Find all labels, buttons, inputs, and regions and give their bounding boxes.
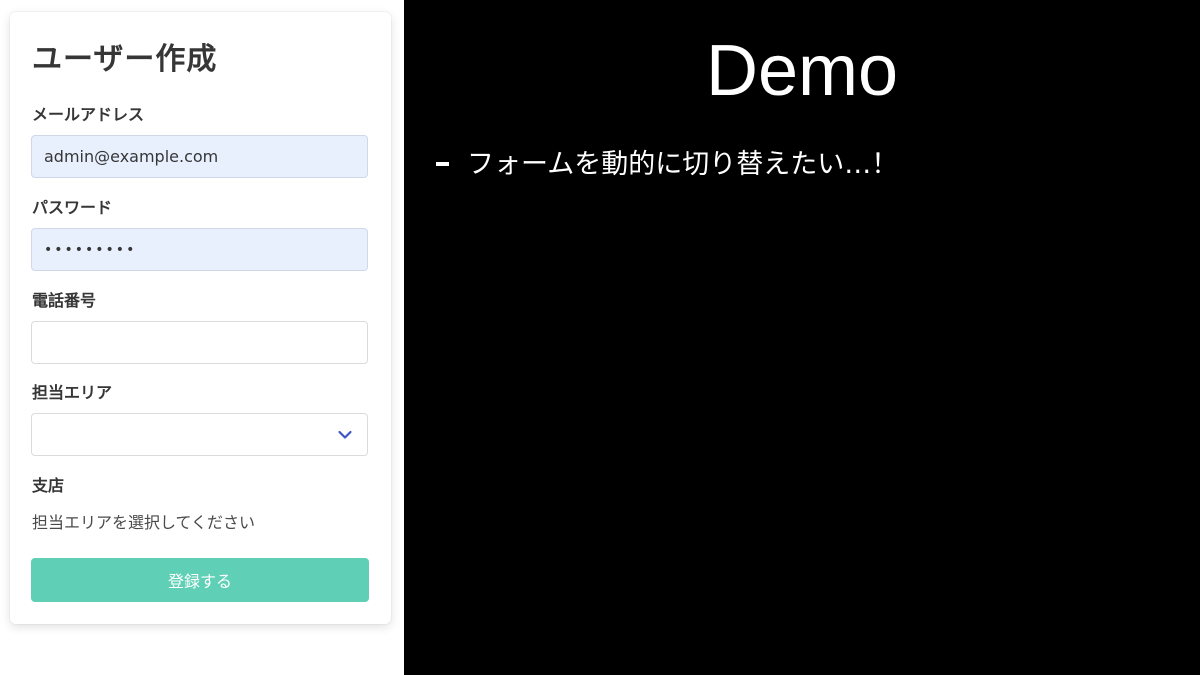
form-title: ユーザー作成 xyxy=(32,42,218,77)
presentation-slide: Demo フォームを動的に切り替えたい…！ xyxy=(404,0,1200,675)
email-label: メールアドレス xyxy=(32,105,145,124)
email-field[interactable] xyxy=(31,135,368,178)
form-pane: ユーザー作成 メールアドレス パスワード 電話番号 担当エリア 支店 担当エリア… xyxy=(0,0,404,675)
screen: ユーザー作成 メールアドレス パスワード 電話番号 担当エリア 支店 担当エリア… xyxy=(0,0,1200,675)
bullet-dash xyxy=(436,161,449,166)
branch-help-text: 担当エリアを選択してください xyxy=(32,513,256,532)
area-select[interactable] xyxy=(31,413,368,456)
user-create-form-card: ユーザー作成 メールアドレス パスワード 電話番号 担当エリア 支店 担当エリア… xyxy=(10,12,391,624)
register-button[interactable]: 登録する xyxy=(31,558,369,602)
phone-field[interactable] xyxy=(31,321,368,364)
area-label: 担当エリア xyxy=(32,383,113,402)
slide-bullet: フォームを動的に切り替えたい…！ xyxy=(436,142,898,181)
slide-title: Demo xyxy=(705,31,899,111)
password-label: パスワード xyxy=(32,198,113,217)
chevron-down-icon xyxy=(338,430,352,439)
branch-label: 支店 xyxy=(32,476,65,495)
slide-bullet-text: フォームを動的に切り替えたい…！ xyxy=(467,149,899,180)
password-field[interactable] xyxy=(31,228,368,271)
phone-label: 電話番号 xyxy=(32,291,97,310)
